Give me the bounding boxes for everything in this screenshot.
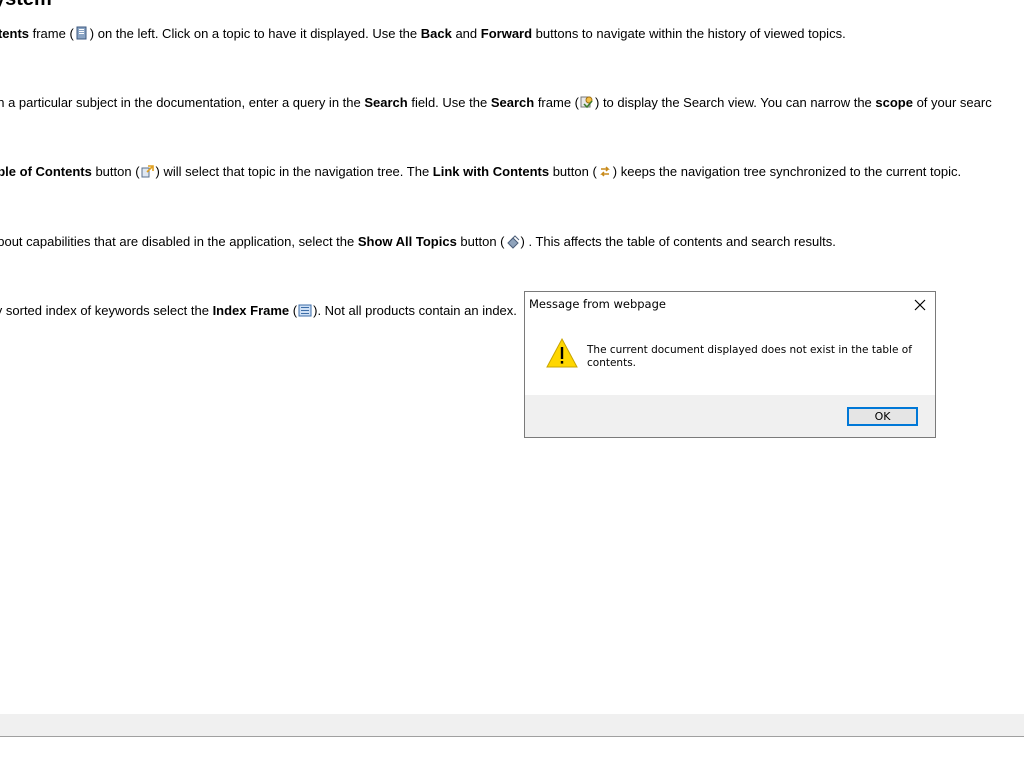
show-in-toc-icon [141, 164, 155, 179]
dialog-footer: OK [525, 395, 935, 437]
dialog-title: Message from webpage [529, 297, 666, 311]
paragraph-index: lly sorted index of keywords select the … [0, 303, 517, 318]
paragraph-contents: ntents frame () on the left. Click on a … [0, 26, 846, 41]
paragraph-toc: able of Contents button () will select t… [0, 164, 962, 179]
index-frame-icon [298, 303, 312, 318]
search-frame-icon [580, 95, 594, 110]
close-icon[interactable] [911, 296, 929, 314]
link-with-contents-icon [598, 164, 612, 179]
message-dialog: Message from webpage The current documen… [524, 291, 936, 438]
page-title: ystem [0, 0, 52, 11]
paragraph-show-all: about capabilities that are disabled in … [0, 234, 836, 249]
dialog-body: The current document displayed does not … [525, 322, 935, 394]
dialog-message: The current document displayed does not … [587, 344, 912, 369]
status-bar [0, 714, 1024, 737]
ok-button[interactable]: OK [847, 407, 918, 426]
paragraph-search: on a particular subject in the documenta… [0, 95, 992, 110]
contents-frame-icon [75, 26, 89, 41]
window-bottom-area [0, 737, 1024, 768]
warning-icon [545, 337, 579, 369]
show-all-topics-icon [506, 234, 520, 249]
